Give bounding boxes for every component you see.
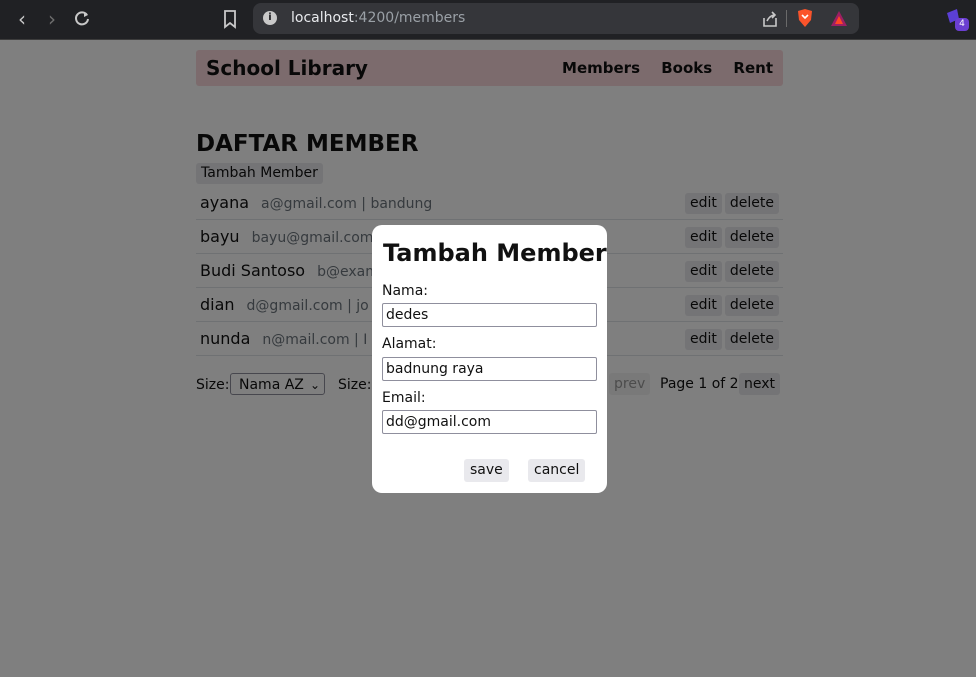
cancel-button[interactable]: cancel <box>528 459 586 482</box>
dialog-title: Tambah Member <box>383 239 607 267</box>
site-info-icon[interactable]: i <box>263 11 277 25</box>
add-member-dialog: Tambah Member Nama: dedes Alamat: badnun… <box>372 225 607 493</box>
extension-badge: 4 <box>955 18 969 31</box>
url-text[interactable]: localhost:4200/members <box>291 10 465 26</box>
alamat-label: Alamat: <box>382 336 437 352</box>
address-bar[interactable]: i localhost:4200/members <box>253 3 859 34</box>
share-icon[interactable] <box>761 10 779 28</box>
bookmark-icon[interactable] <box>220 8 240 30</box>
save-button[interactable]: save <box>464 459 509 482</box>
email-label: Email: <box>382 390 426 406</box>
reload-icon[interactable] <box>70 7 94 31</box>
alamat-input[interactable]: badnung raya <box>382 357 597 381</box>
url-divider <box>786 10 787 27</box>
nama-label: Nama: <box>382 283 428 299</box>
forward-icon[interactable]: › <box>40 7 64 31</box>
email-input[interactable]: dd@gmail.com <box>382 410 597 434</box>
browser-toolbar: ‹ › i localhost:4200/members 4 <box>0 0 976 40</box>
back-icon[interactable]: ‹ <box>10 7 34 31</box>
brave-shield-icon[interactable] <box>796 8 814 28</box>
rewards-icon[interactable] <box>830 10 848 27</box>
nama-input[interactable]: dedes <box>382 303 597 327</box>
